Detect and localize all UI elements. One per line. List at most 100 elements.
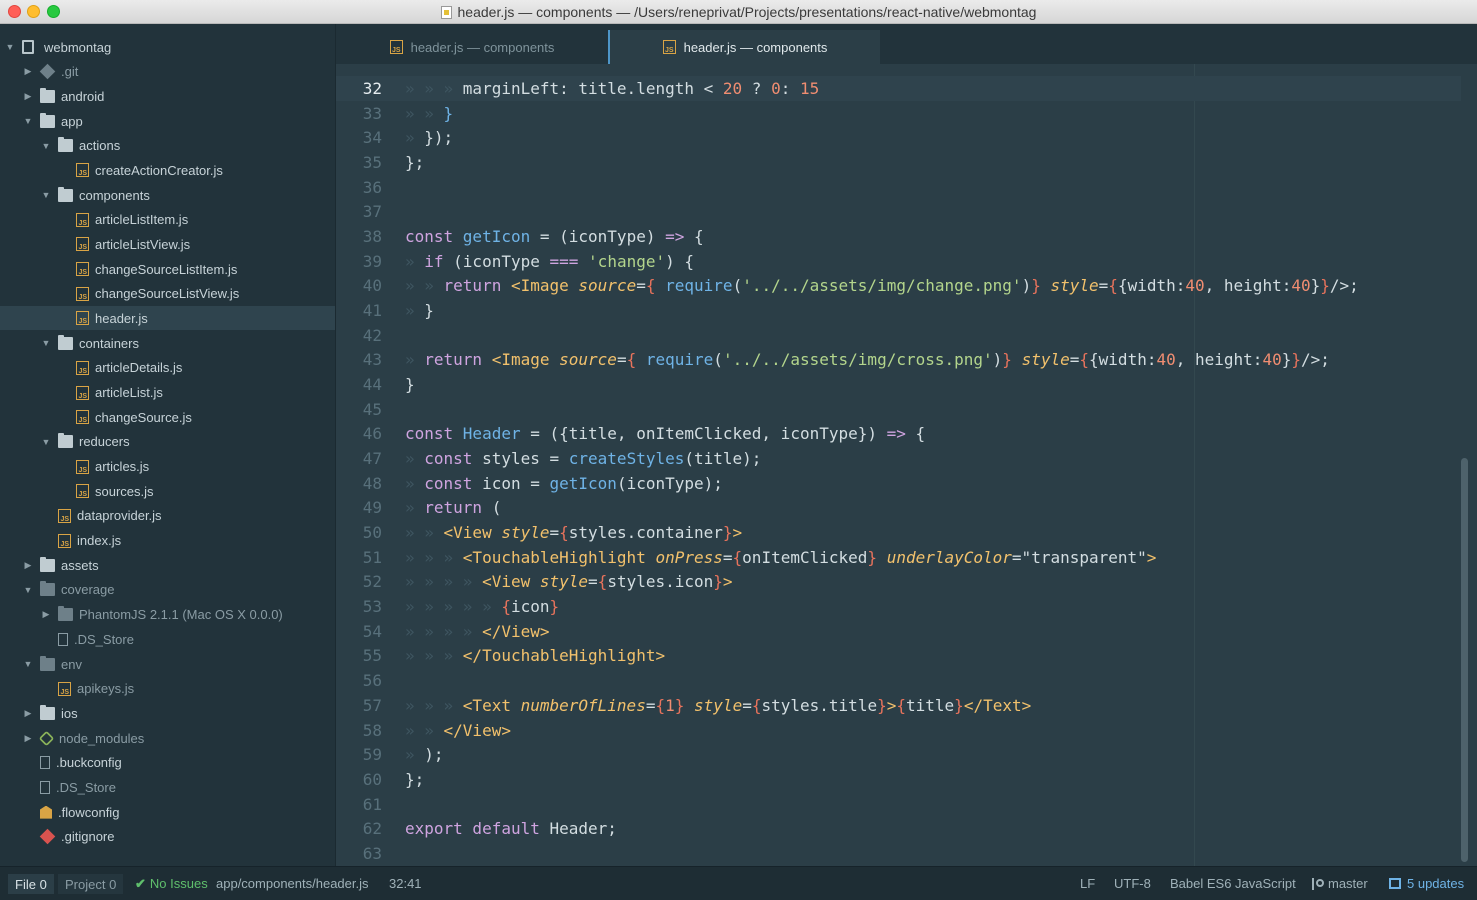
tree-item[interactable]: ▼ webmontag <box>0 35 335 59</box>
line-number[interactable]: 55 <box>336 646 405 665</box>
tree-item[interactable]: ▼ coverage <box>0 578 335 602</box>
cursor-position[interactable]: 32:41 <box>389 867 422 900</box>
line-number[interactable]: 32 <box>336 79 405 98</box>
editor-scrollbar[interactable] <box>1461 458 1468 862</box>
project-issues-button[interactable]: Project 0 <box>58 874 124 894</box>
tree-item[interactable]: ▼ actions <box>0 134 335 158</box>
line-number[interactable]: 57 <box>336 696 405 715</box>
tree-item[interactable]: ▶JSchangeSourceListView.js <box>0 282 335 306</box>
line-number[interactable]: 46 <box>336 424 405 443</box>
code-line[interactable]: 50» » <View style={styles.container}> <box>336 520 1461 545</box>
line-number[interactable]: 35 <box>336 153 405 172</box>
code-line[interactable]: 59» ); <box>336 742 1461 767</box>
tree-item[interactable]: ▶JSchangeSource.js <box>0 405 335 429</box>
tree-view[interactable]: ▼ webmontag ▶ .git ▶ android ▼ app ▼ actions ▶ JS cr… <box>0 24 336 866</box>
tree-item[interactable]: ▶ android <box>0 84 335 108</box>
line-ending[interactable]: LF <box>1080 867 1095 900</box>
code-line[interactable]: 54» » » » </View> <box>336 619 1461 644</box>
tree-item[interactable]: ▶ .git <box>0 60 335 84</box>
line-number[interactable]: 58 <box>336 721 405 740</box>
tab-active[interactable]: JS header.js — components <box>608 30 880 64</box>
code-line[interactable]: 35}; <box>336 150 1461 175</box>
line-number[interactable]: 36 <box>336 178 405 197</box>
chevron-right-icon[interactable]: ▶ <box>22 91 34 102</box>
code-line[interactable]: 32» » » marginLeft: title.length < 20 ? … <box>336 76 1461 101</box>
code-line[interactable]: 37 <box>336 199 1461 224</box>
line-number[interactable]: 54 <box>336 622 405 641</box>
line-number[interactable]: 42 <box>336 326 405 345</box>
code-line[interactable]: 38 const getIcon = (iconType) => { <box>336 224 1461 249</box>
tree-item[interactable]: ▶JSarticleListItem.js <box>0 208 335 232</box>
line-number[interactable]: 62 <box>336 819 405 838</box>
chevron-down-icon[interactable]: ▼ <box>40 190 52 200</box>
git-branch[interactable]: master <box>1312 867 1368 900</box>
line-number[interactable]: 53 <box>336 597 405 616</box>
tree-item[interactable]: ▶JSarticles.js <box>0 455 335 479</box>
line-number[interactable]: 38 <box>336 227 405 246</box>
line-number[interactable]: 40 <box>336 276 405 295</box>
line-number[interactable]: 60 <box>336 770 405 789</box>
line-number[interactable]: 34 <box>336 128 405 147</box>
tree-item[interactable]: ▶.flowconfig <box>0 800 335 824</box>
code-line[interactable]: 61 <box>336 792 1461 817</box>
line-number[interactable]: 45 <box>336 400 405 419</box>
chevron-down-icon[interactable]: ▼ <box>22 116 34 126</box>
code-line[interactable]: 58» » </View> <box>336 718 1461 743</box>
line-number[interactable]: 43 <box>336 350 405 369</box>
chevron-down-icon[interactable]: ▼ <box>40 338 52 348</box>
code-line[interactable]: 55» » » </TouchableHighlight> <box>336 644 1461 669</box>
code-line[interactable]: 56 <box>336 668 1461 693</box>
tree-item[interactable]: ▶.gitignore <box>0 825 335 849</box>
tree-item[interactable]: ▶JScreateActionCreator.js <box>0 158 335 182</box>
tree-item[interactable]: ▶JSchangeSourceListItem.js <box>0 257 335 281</box>
line-number[interactable]: 51 <box>336 548 405 567</box>
code-line[interactable]: 44} <box>336 372 1461 397</box>
code-line[interactable]: 40» » return <Image source={ require('..… <box>336 273 1461 298</box>
line-number[interactable]: 56 <box>336 671 405 690</box>
tree-item[interactable]: ▶JSsources.js <box>0 479 335 503</box>
code-line[interactable]: 39» if (iconType === 'change') { <box>336 249 1461 274</box>
code-line[interactable]: 63 <box>336 841 1461 866</box>
code-line[interactable]: 51» » » <TouchableHighlight onPress={onI… <box>336 545 1461 570</box>
line-number[interactable]: 37 <box>336 202 405 221</box>
package-updates[interactable]: 5 updates <box>1389 867 1464 900</box>
tree-item[interactable]: ▼ reducers <box>0 430 335 454</box>
code-line[interactable]: 62 export default Header; <box>336 816 1461 841</box>
tree-item[interactable]: ▶ PhantomJS 2.1.1 (Mac OS X 0.0.0) <box>0 603 335 627</box>
tree-item[interactable]: ▶.DS_Store <box>0 775 335 799</box>
code-line[interactable]: 57» » » <Text numberOfLines={1} style={s… <box>336 693 1461 718</box>
file-path[interactable]: app/components/header.js <box>216 867 369 900</box>
tree-item[interactable]: ▶.buckconfig <box>0 751 335 775</box>
chevron-down-icon[interactable]: ▼ <box>40 141 52 151</box>
line-number[interactable]: 61 <box>336 795 405 814</box>
code-line[interactable]: 42 <box>336 323 1461 348</box>
code-line[interactable]: 33» » } <box>336 101 1461 126</box>
code-line[interactable]: 34» }); <box>336 125 1461 150</box>
chevron-right-icon[interactable]: ▶ <box>22 66 34 77</box>
line-number[interactable]: 39 <box>336 252 405 271</box>
code-line[interactable]: 52» » » » <View style={styles.icon}> <box>336 570 1461 595</box>
line-number[interactable]: 41 <box>336 301 405 320</box>
file-encoding[interactable]: UTF-8 <box>1114 867 1151 900</box>
tree-item[interactable]: ▼ containers <box>0 331 335 355</box>
chevron-down-icon[interactable]: ▼ <box>4 42 16 52</box>
code-line[interactable]: 36 <box>336 175 1461 200</box>
tree-item[interactable]: ▶JSarticleDetails.js <box>0 356 335 380</box>
linter-status[interactable]: ✔ No Issues <box>135 867 208 900</box>
tree-item[interactable]: ▶JSindex.js <box>0 529 335 553</box>
tree-item[interactable]: ▼ env <box>0 652 335 676</box>
chevron-down-icon[interactable]: ▼ <box>22 659 34 669</box>
tree-item[interactable]: ▶ node_modules <box>0 726 335 750</box>
line-number[interactable]: 48 <box>336 474 405 493</box>
code-line[interactable]: 41» } <box>336 298 1461 323</box>
line-number[interactable]: 49 <box>336 498 405 517</box>
code-line[interactable]: 53» » » » » {icon} <box>336 594 1461 619</box>
line-number[interactable]: 33 <box>336 104 405 123</box>
chevron-right-icon[interactable]: ▶ <box>40 609 52 620</box>
tree-item[interactable]: ▶.DS_Store <box>0 627 335 651</box>
line-number[interactable]: 59 <box>336 745 405 764</box>
tree-item[interactable]: ▶JSarticleListView.js <box>0 232 335 256</box>
line-number[interactable]: 63 <box>336 844 405 863</box>
chevron-right-icon[interactable]: ▶ <box>22 560 34 571</box>
tree-item[interactable]: ▶JSheader.js <box>0 306 335 331</box>
